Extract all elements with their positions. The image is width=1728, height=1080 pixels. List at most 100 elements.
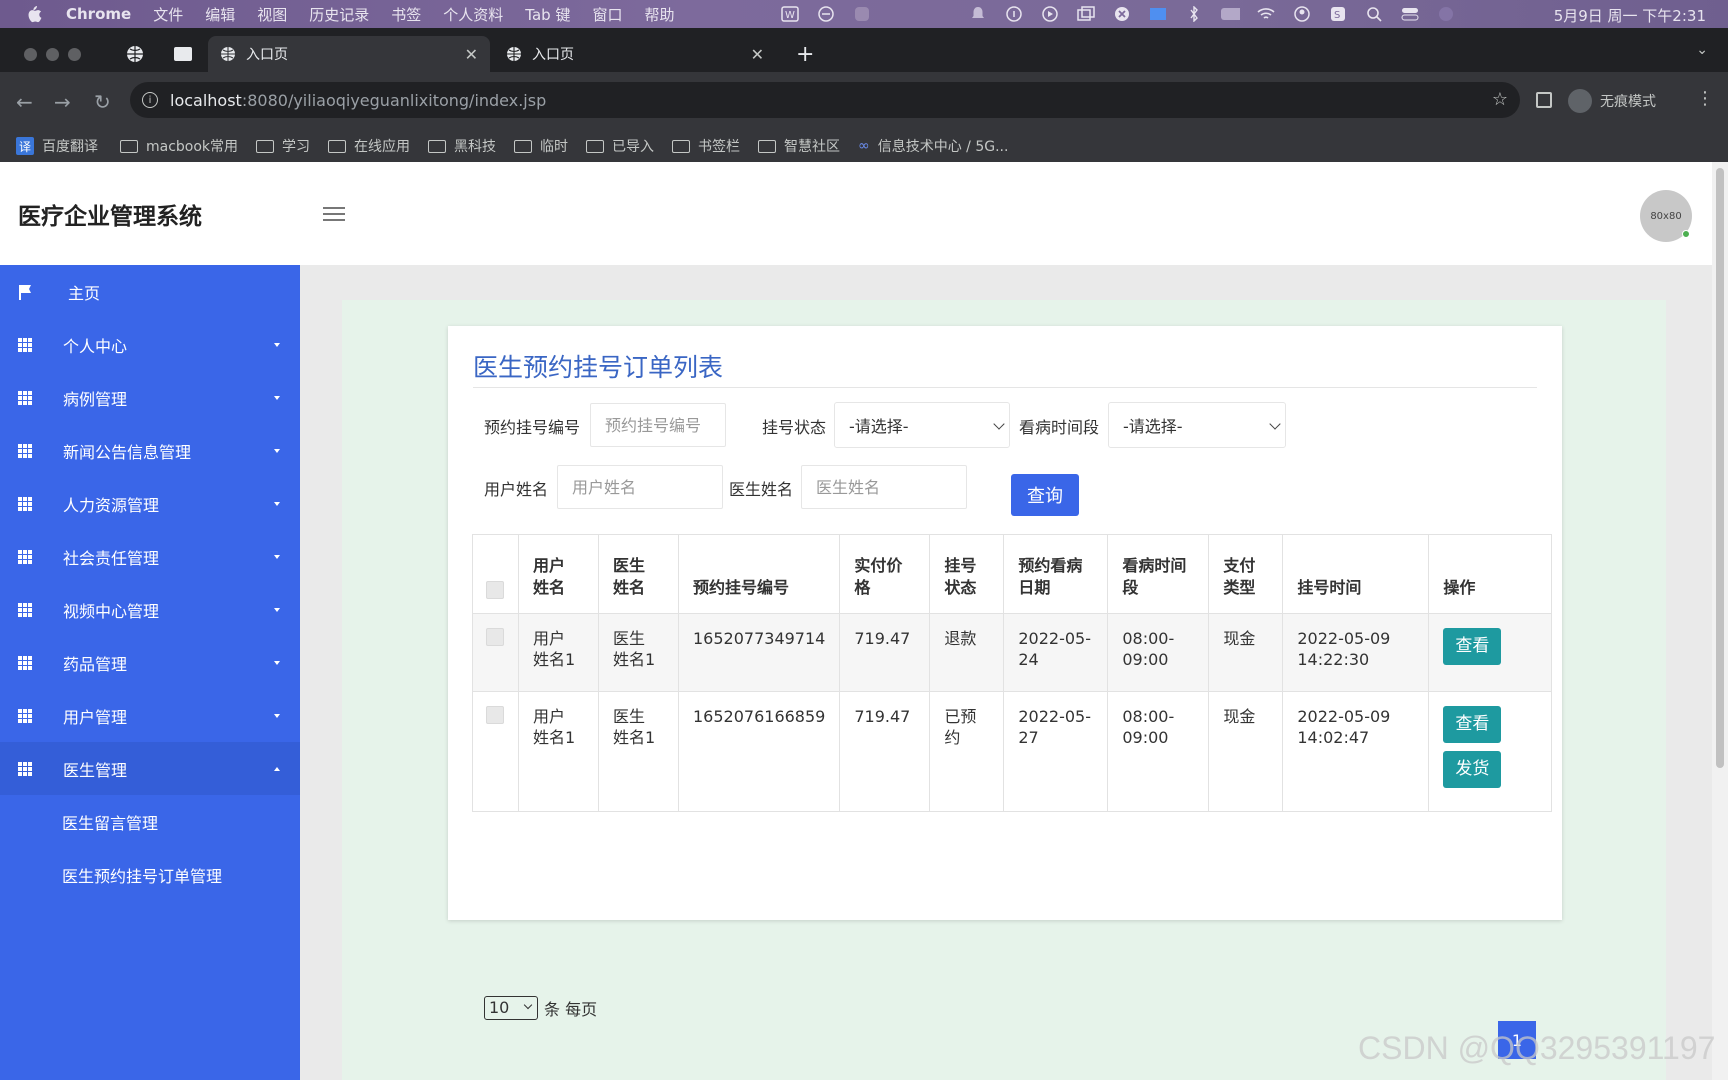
doctor-name-input[interactable] bbox=[801, 465, 967, 509]
bookmark-folder[interactable]: 智慧社区 bbox=[758, 136, 840, 156]
col-header[interactable]: 预约看病 日期 bbox=[1003, 534, 1109, 614]
menubar-window[interactable]: 窗口 bbox=[592, 4, 622, 25]
row-checkbox[interactable] bbox=[486, 628, 504, 646]
more-menu-icon[interactable]: ⋮ bbox=[1696, 88, 1714, 109]
ship-button[interactable]: 发货 bbox=[1443, 751, 1502, 788]
maximize-window-button[interactable] bbox=[68, 48, 81, 61]
col-header[interactable]: 看病时间 段 bbox=[1107, 534, 1210, 614]
caret-down-icon bbox=[274, 448, 280, 453]
bluetooth-icon[interactable] bbox=[1184, 5, 1204, 23]
col-header[interactable]: 用户 姓名 bbox=[518, 534, 599, 614]
menubar-tab[interactable]: Tab 键 bbox=[525, 4, 570, 25]
menubar-edit[interactable]: 编辑 bbox=[205, 4, 235, 25]
order-no-input[interactable] bbox=[590, 403, 726, 447]
wifi-icon[interactable] bbox=[1256, 5, 1276, 23]
menubar-app-name[interactable]: Chrome bbox=[66, 5, 131, 23]
user-name-input[interactable] bbox=[557, 465, 723, 509]
tab-inactive[interactable]: 入口页 ✕ bbox=[494, 36, 776, 72]
query-button[interactable]: 查询 bbox=[1011, 474, 1079, 516]
tools-icon[interactable] bbox=[1112, 5, 1132, 23]
play-circle-icon[interactable] bbox=[1040, 5, 1060, 23]
site-info-icon[interactable]: i bbox=[142, 92, 158, 108]
view-button[interactable]: 查看 bbox=[1443, 706, 1502, 743]
minimize-window-button[interactable] bbox=[46, 48, 59, 61]
sidebar-item-home[interactable]: 主页 bbox=[0, 265, 300, 318]
siri-icon[interactable] bbox=[1436, 5, 1456, 23]
sidebar-item-drugs[interactable]: 药品管理 bbox=[0, 636, 300, 689]
bookmark-folder[interactable]: 学习 bbox=[256, 136, 310, 156]
bookmark-folder[interactable]: macbook常用 bbox=[120, 136, 238, 156]
bell-icon[interactable] bbox=[968, 5, 988, 23]
select-all-checkbox[interactable] bbox=[486, 581, 504, 599]
menubar-file[interactable]: 文件 bbox=[153, 4, 183, 25]
sidebar-item-users[interactable]: 用户管理 bbox=[0, 689, 300, 742]
battery-icon[interactable] bbox=[1220, 5, 1240, 23]
screen-icon[interactable] bbox=[1148, 5, 1168, 23]
hamburger-menu-icon[interactable] bbox=[323, 207, 345, 221]
order-no-label: 预约挂号编号 bbox=[484, 418, 581, 437]
menubar-profile[interactable]: 个人资料 bbox=[443, 4, 503, 25]
avatar[interactable]: 80x80 bbox=[1640, 190, 1692, 242]
search-icon[interactable] bbox=[1364, 5, 1384, 23]
menubar-history[interactable]: 历史记录 bbox=[309, 4, 369, 25]
caret-down-icon bbox=[274, 607, 280, 612]
sidebar-item-hr[interactable]: 人力资源管理 bbox=[0, 477, 300, 530]
bookmark-folder[interactable]: 黑科技 bbox=[428, 136, 496, 156]
incognito-indicator[interactable]: 无痕模式 bbox=[1568, 86, 1656, 116]
col-header[interactable]: 支付 类型 bbox=[1208, 534, 1284, 614]
bookmark-folder[interactable]: 临时 bbox=[514, 136, 568, 156]
pinned-globe-icon[interactable] bbox=[126, 45, 144, 67]
menubar-view[interactable]: 视图 bbox=[257, 4, 287, 25]
windows-icon[interactable] bbox=[1076, 5, 1096, 23]
bookmark-item[interactable]: ∞ 信息技术中心 / 5G... bbox=[858, 136, 1008, 156]
new-tab-icon[interactable]: + bbox=[796, 42, 814, 67]
menubar-help[interactable]: 帮助 bbox=[644, 4, 674, 25]
bookmark-star-icon[interactable]: ☆ bbox=[1492, 89, 1508, 110]
bookmark-folder[interactable]: 在线应用 bbox=[328, 136, 410, 156]
col-header[interactable]: 挂号时间 bbox=[1282, 534, 1430, 614]
app-icon[interactable] bbox=[852, 5, 872, 23]
user-icon[interactable] bbox=[1292, 5, 1312, 23]
menubar-clock[interactable]: 5月9日 周一 下午2:31 bbox=[1554, 5, 1706, 26]
sidebar-item-news[interactable]: 新闻公告信息管理 bbox=[0, 424, 300, 477]
minus-circle-icon[interactable] bbox=[816, 5, 836, 23]
page-size-select[interactable]: 10 bbox=[484, 996, 538, 1020]
close-window-button[interactable] bbox=[24, 48, 37, 61]
app-s-icon[interactable]: S bbox=[1328, 5, 1348, 23]
menubar-bookmarks[interactable]: 书签 bbox=[391, 4, 421, 25]
status-select[interactable]: -请选择- bbox=[834, 402, 1010, 448]
reload-icon[interactable]: ↻ bbox=[94, 90, 111, 114]
pinned-window-icon[interactable] bbox=[174, 47, 192, 61]
info-circle-icon[interactable] bbox=[1004, 5, 1024, 23]
scrollbar-thumb[interactable] bbox=[1716, 168, 1724, 768]
period-select[interactable]: -请选择- bbox=[1108, 402, 1286, 448]
sidebar-subitem-appointment-orders[interactable]: 医生预约挂号订单管理 bbox=[0, 848, 300, 901]
bookmark-item[interactable]: 译百度翻译 bbox=[16, 136, 98, 156]
sidebar-item-cases[interactable]: 病例管理 bbox=[0, 371, 300, 424]
page-size-value: 10 bbox=[489, 998, 510, 1017]
sidebar-item-social[interactable]: 社会责任管理 bbox=[0, 530, 300, 583]
side-panel-icon[interactable] bbox=[1536, 92, 1552, 108]
tab-close-icon[interactable]: ✕ bbox=[751, 45, 764, 64]
col-header[interactable]: 实付价 格 bbox=[839, 534, 931, 614]
sidebar-item-personal-center[interactable]: 个人中心 bbox=[0, 318, 300, 371]
col-header[interactable]: 预约挂号编号 bbox=[677, 534, 841, 614]
address-bar[interactable]: i localhost:8080/yiliaoqiyeguanlixitong/… bbox=[130, 82, 1520, 118]
sidebar-item-doctors[interactable]: 医生管理 bbox=[0, 742, 300, 795]
forward-arrow-icon[interactable]: → bbox=[54, 90, 71, 114]
control-center-icon[interactable] bbox=[1400, 5, 1420, 23]
back-arrow-icon[interactable]: ← bbox=[16, 90, 33, 114]
tab-close-icon[interactable]: ✕ bbox=[465, 45, 478, 64]
word-icon[interactable]: W bbox=[780, 5, 800, 23]
bookmark-folder[interactable]: 书签栏 bbox=[672, 136, 740, 156]
col-header[interactable]: 挂号 状态 bbox=[929, 534, 1005, 614]
apple-icon[interactable] bbox=[26, 5, 42, 23]
col-header[interactable]: 医生 姓名 bbox=[598, 534, 679, 614]
sidebar-item-video[interactable]: 视频中心管理 bbox=[0, 583, 300, 636]
bookmark-folder[interactable]: 已导入 bbox=[586, 136, 654, 156]
row-checkbox[interactable] bbox=[486, 706, 504, 724]
tab-active[interactable]: 入口页 ✕ bbox=[208, 36, 490, 72]
view-button[interactable]: 查看 bbox=[1443, 628, 1502, 665]
sidebar-subitem-doctor-messages[interactable]: 医生留言管理 bbox=[0, 795, 300, 848]
tab-search-chevron-icon[interactable]: ⌄ bbox=[1696, 42, 1708, 58]
